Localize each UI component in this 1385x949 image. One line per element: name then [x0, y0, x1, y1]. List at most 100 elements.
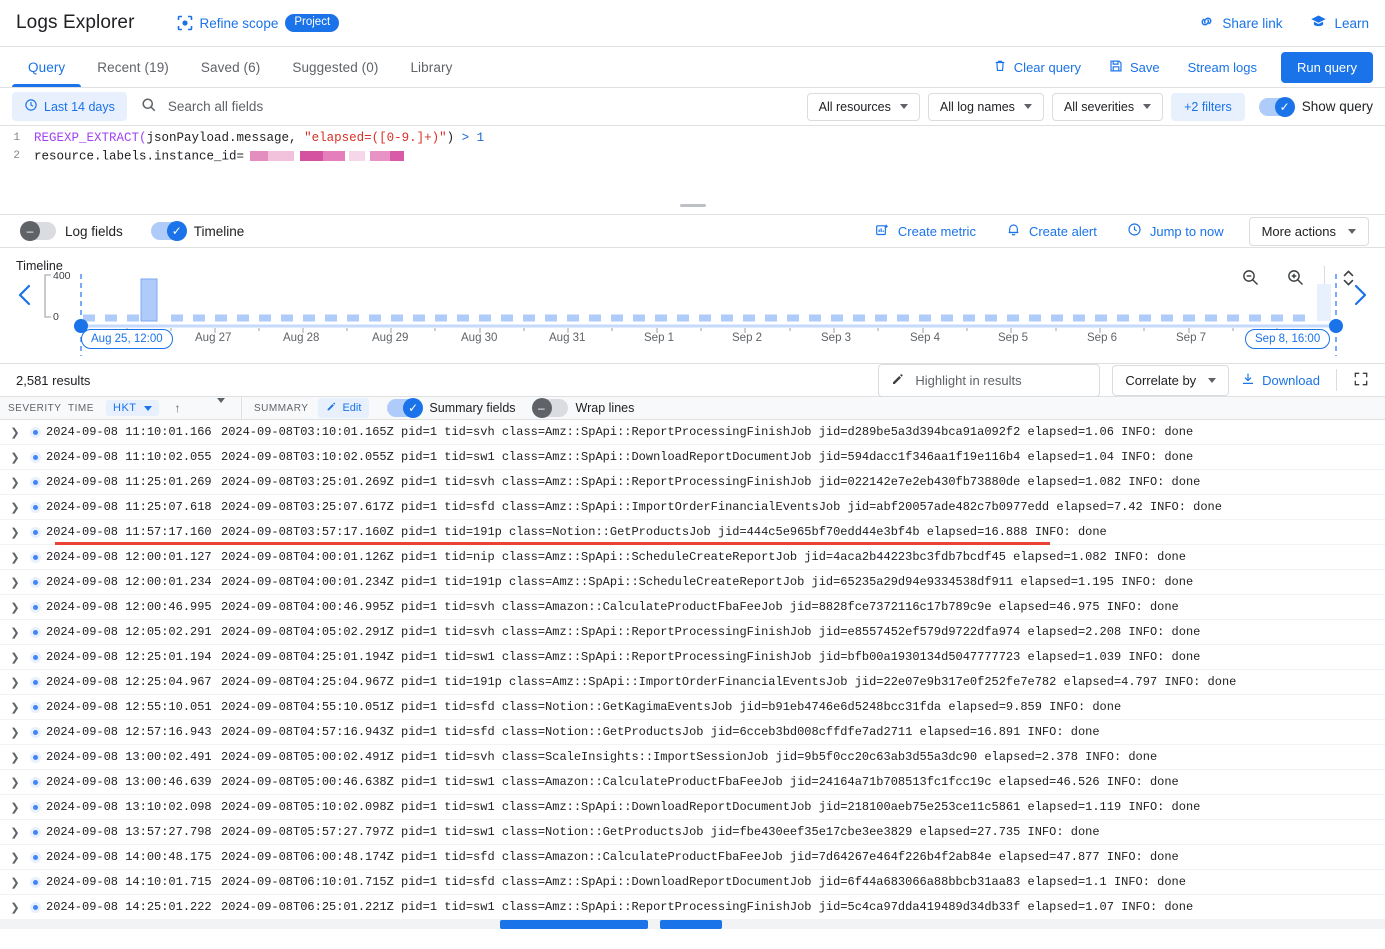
severity-indicator: [24, 426, 46, 438]
expand-row-icon[interactable]: ❯: [6, 476, 24, 489]
table-row[interactable]: ❯ 2024-09-08 12:57:16.943 2024-09-08T04:57…: [0, 720, 1385, 745]
table-row[interactable]: ❯ 2024-09-08 14:00:48.175 2024-09-08T06:00…: [0, 845, 1385, 870]
time-range-selector[interactable]: Last 14 days: [12, 92, 127, 121]
table-row[interactable]: ❯ 2024-09-08 11:10:01.166 2024-09-08T03:10…: [0, 420, 1385, 445]
table-row[interactable]: ❯ 2024-09-08 12:00:01.234 2024-09-08T04:00…: [0, 570, 1385, 595]
expand-row-icon[interactable]: ❯: [6, 726, 24, 739]
expand-row-icon[interactable]: ❯: [6, 501, 24, 514]
download-button[interactable]: Download: [1241, 372, 1320, 389]
stream-logs-button[interactable]: Stream logs: [1174, 47, 1271, 87]
expand-row-icon[interactable]: ❯: [6, 676, 24, 689]
query-arg: jsonPayload.message,: [146, 131, 305, 145]
table-row[interactable]: ❯ 2024-09-08 11:25:01.269 2024-09-08T03:25…: [0, 470, 1385, 495]
table-row[interactable]: ❯ 2024-09-08 12:25:04.967 2024-09-08T04:25…: [0, 670, 1385, 695]
sort-ascending-button[interactable]: ↑: [175, 401, 182, 415]
range-end-pill[interactable]: Sep 8, 16:00: [1245, 329, 1331, 349]
query-action-bar: Clear query Save Stream logs Run query: [979, 47, 1385, 87]
show-query-switch[interactable]: ✓: [1258, 96, 1295, 117]
table-row[interactable]: ❯ 2024-09-08 13:57:27.798 2024-09-08T05:57…: [0, 820, 1385, 845]
learn-button[interactable]: Learn: [1310, 13, 1369, 33]
expand-row-icon[interactable]: ❯: [6, 426, 24, 439]
query-editor[interactable]: 1 REGEXP_EXTRACT(jsonPayload.message, "e…: [0, 126, 1385, 215]
jump-to-now-button[interactable]: Jump to now: [1112, 222, 1239, 240]
scrollbar-thumb[interactable]: [500, 920, 648, 929]
log-summary: 2024-09-08T03:25:01.269Z pid=1 tid=svh c…: [221, 475, 1201, 489]
horizontal-scrollbar[interactable]: [0, 920, 1385, 929]
expand-row-icon[interactable]: ❯: [6, 551, 24, 564]
scrollbar-thumb-secondary[interactable]: [660, 920, 722, 929]
severity-indicator: [24, 626, 46, 638]
table-row[interactable]: ❯ 2024-09-08 14:10:01.715 2024-09-08T06:10…: [0, 870, 1385, 895]
save-query-button[interactable]: Save: [1095, 47, 1174, 87]
table-row[interactable]: ❯ 2024-09-08 13:10:02.098 2024-09-08T05:10…: [0, 795, 1385, 820]
all-severities-dropdown[interactable]: All severities: [1051, 92, 1164, 121]
tab-library[interactable]: Library: [394, 47, 468, 87]
fullscreen-button[interactable]: [1353, 371, 1369, 390]
scope-chip[interactable]: Project: [285, 13, 340, 33]
query-line-2-code[interactable]: resource.labels.instance_id=: [24, 147, 405, 165]
create-alert-button[interactable]: Create alert: [991, 222, 1112, 240]
timeline-switch[interactable]: ✓: [150, 221, 187, 241]
run-query-button[interactable]: Run query: [1281, 51, 1373, 83]
query-line-1-code[interactable]: REGEXP_EXTRACT(jsonPayload.message, "ela…: [24, 129, 484, 147]
tab-query[interactable]: Query: [12, 47, 82, 87]
table-row[interactable]: ❯ 2024-09-08 12:00:01.127 2024-09-08T04:00…: [0, 545, 1385, 570]
expand-row-icon[interactable]: ❯: [6, 526, 24, 539]
create-metric-button[interactable]: Create metric: [860, 222, 991, 240]
table-row[interactable]: ❯ 2024-09-08 13:00:46.639 2024-09-08T05:00…: [0, 770, 1385, 795]
all-log-names-dropdown[interactable]: All log names: [927, 92, 1044, 121]
table-row[interactable]: ❯ 2024-09-08 11:10:02.055 2024-09-08T03:10…: [0, 445, 1385, 470]
search-input[interactable]: Search all fields: [141, 97, 741, 116]
refine-scope-button[interactable]: Refine scope Project: [177, 13, 340, 33]
log-fields-toggle[interactable]: – Log fields: [20, 221, 123, 241]
extra-filters-chip[interactable]: +2 filters: [1171, 92, 1245, 121]
log-table-body[interactable]: ❯ 2024-09-08 11:10:01.166 2024-09-08T03:10…: [0, 420, 1385, 920]
expand-row-icon[interactable]: ❯: [6, 801, 24, 814]
more-actions-dropdown[interactable]: More actions: [1248, 216, 1369, 246]
expand-row-icon[interactable]: ❯: [6, 601, 24, 614]
table-row[interactable]: ❯ 2024-09-08 12:00:46.995 2024-09-08T04:00…: [0, 595, 1385, 620]
log-fields-switch[interactable]: –: [20, 221, 56, 241]
table-row[interactable]: ❯ 2024-09-08 12:05:02.291 2024-09-08T04:05…: [0, 620, 1385, 645]
timeline-plot[interactable]: 400 0: [0, 248, 1385, 364]
range-start-pill[interactable]: Aug 25, 12:00: [81, 329, 173, 349]
timeline-chart[interactable]: Timeline 400 0 Aug 27 Aug 28 Aug 29 Aug …: [0, 248, 1385, 364]
expand-row-icon[interactable]: ❯: [6, 751, 24, 764]
edit-summary-fields-button[interactable]: Edit: [318, 398, 370, 418]
table-row[interactable]: ❯ 2024-09-08 14:25:01.222 2024-09-08T06:25…: [0, 895, 1385, 920]
range-end-handle: [1329, 319, 1343, 333]
wrap-lines-switch[interactable]: –: [531, 398, 568, 418]
timeline-toggle[interactable]: ✓ Timeline: [150, 221, 244, 241]
table-row[interactable]: ❯ 2024-09-08 12:25:01.194 2024-09-08T04:25…: [0, 645, 1385, 670]
expand-row-icon[interactable]: ❯: [6, 451, 24, 464]
expand-row-icon[interactable]: ❯: [6, 901, 24, 914]
tab-recent[interactable]: Recent (19): [81, 47, 185, 87]
correlate-by-dropdown[interactable]: Correlate by: [1112, 364, 1230, 396]
expand-row-icon[interactable]: ❯: [6, 876, 24, 889]
tab-saved[interactable]: Saved (6): [185, 47, 276, 87]
editor-resize-handle[interactable]: [679, 204, 706, 207]
clear-query-button[interactable]: Clear query: [979, 47, 1095, 87]
expand-row-icon[interactable]: ❯: [6, 626, 24, 639]
expand-row-icon[interactable]: ❯: [6, 651, 24, 664]
wrap-lines-toggle[interactable]: – Wrap lines: [531, 398, 634, 418]
table-row[interactable]: ❯ 2024-09-08 11:25:07.618 2024-09-08T03:25…: [0, 495, 1385, 520]
table-row[interactable]: ❯ 2024-09-08 12:55:10.051 2024-09-08T04:55…: [0, 695, 1385, 720]
share-link-button[interactable]: Share link: [1198, 13, 1282, 33]
tab-suggested[interactable]: Suggested (0): [276, 47, 394, 87]
x-tick-label: Sep 6: [1087, 332, 1118, 344]
show-query-toggle[interactable]: ✓ Show query: [1258, 96, 1373, 117]
expand-row-icon[interactable]: ❯: [6, 576, 24, 589]
expand-row-icon[interactable]: ❯: [6, 826, 24, 839]
expand-row-icon[interactable]: ❯: [6, 851, 24, 864]
highlight-in-results-input[interactable]: Highlight in results: [878, 363, 1101, 397]
table-row[interactable]: ❯ 2024-09-08 13:00:02.491 2024-09-08T05:00…: [0, 745, 1385, 770]
expand-row-icon[interactable]: ❯: [6, 701, 24, 714]
summary-fields-toggle[interactable]: ✓ Summary fields: [387, 398, 516, 418]
summary-fields-switch[interactable]: ✓: [387, 398, 424, 418]
sort-options-dropdown[interactable]: [217, 397, 225, 414]
all-resources-dropdown[interactable]: All resources: [806, 92, 920, 121]
expand-row-icon[interactable]: ❯: [6, 776, 24, 789]
timezone-selector[interactable]: HKT: [106, 400, 159, 416]
table-row[interactable]: ❯ 2024-09-08 11:57:17.160 2024-09-08T03:57…: [0, 520, 1385, 545]
